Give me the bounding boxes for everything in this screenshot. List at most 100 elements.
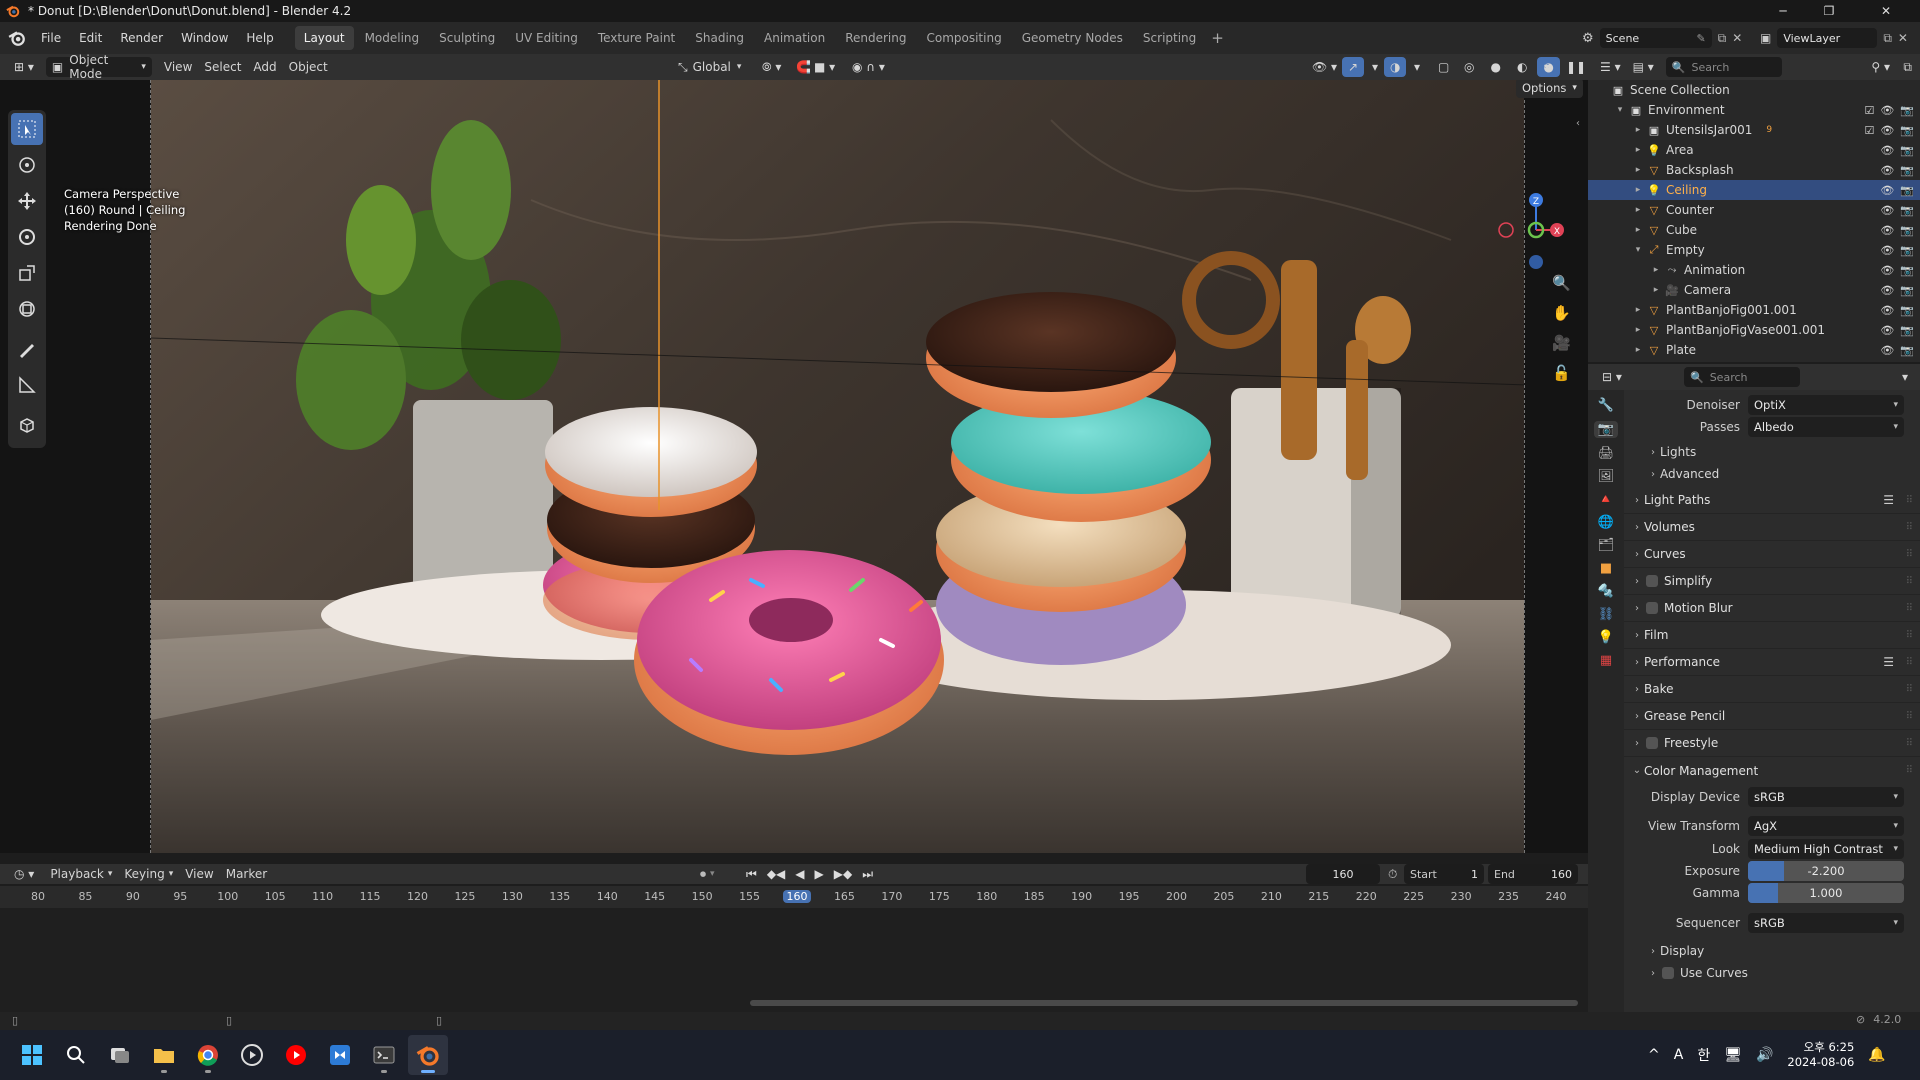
outliner-row-cube[interactable]: ▸ ▽ Cube 👁 📷 — [1588, 220, 1920, 240]
tab-modeling[interactable]: Modeling — [356, 26, 429, 50]
modifier-tab-icon[interactable]: 🔩 — [1598, 584, 1614, 599]
drag-handle-icon[interactable]: ⠿ — [1906, 495, 1914, 506]
expand-arrow-icon[interactable]: ▸ — [1632, 165, 1644, 175]
visibility-icon[interactable]: 👁 ▾ — [1306, 57, 1343, 77]
output-tab-icon[interactable]: 🖨 — [1598, 446, 1615, 461]
render-camera-icon[interactable]: 📷 — [1900, 184, 1914, 197]
use-curves-checkbox[interactable] — [1662, 967, 1674, 979]
start-frame-field[interactable]: Start 1 — [1404, 864, 1484, 884]
measure-tool-icon[interactable] — [11, 369, 43, 401]
jump-end-icon[interactable]: ⏭ — [862, 867, 873, 882]
outliner-row-animation[interactable]: ▸ ⤳ Animation 👁 📷 — [1588, 260, 1920, 280]
panel-volumes[interactable]: › Volumes ⠿ — [1624, 514, 1920, 541]
outliner-row-counter[interactable]: ▸ ▽ Counter 👁 📷 — [1588, 200, 1920, 220]
expand-arrow-icon[interactable]: ▸ — [1632, 185, 1644, 195]
exclude-checkbox-icon[interactable]: ☑ — [1864, 124, 1874, 137]
menu-file[interactable]: File — [32, 22, 70, 54]
zoom-icon[interactable]: 🔍 — [1552, 274, 1571, 292]
auto-keying-dropdown-icon[interactable]: ▾ — [710, 869, 715, 879]
annotate-tool-icon[interactable] — [11, 333, 43, 365]
eye-icon[interactable]: 👁 — [1880, 344, 1894, 357]
properties-search[interactable]: 🔍 Search — [1684, 367, 1800, 387]
outliner-row-scene-collection[interactable]: ▣ Scene Collection — [1588, 80, 1920, 100]
gamma-slider[interactable]: 1.000 — [1748, 883, 1904, 903]
viewport-menu-add[interactable]: Add — [247, 57, 282, 77]
solid-shading-icon[interactable]: ● — [1484, 57, 1506, 77]
drag-handle-icon[interactable]: ⠿ — [1906, 576, 1914, 587]
scene-tab-icon[interactable]: 🔺 — [1598, 492, 1614, 507]
current-frame-field[interactable]: 160 — [1306, 864, 1380, 884]
render-camera-icon[interactable]: 📷 — [1900, 204, 1914, 217]
simplify-checkbox[interactable] — [1646, 575, 1658, 587]
tab-geometry-nodes[interactable]: Geometry Nodes — [1013, 26, 1132, 50]
freestyle-checkbox[interactable] — [1646, 737, 1658, 749]
exclude-checkbox-icon[interactable]: ☑ — [1864, 104, 1874, 117]
outliner-row-ceiling[interactable]: ▸ 💡 Ceiling 👁 📷 — [1588, 180, 1920, 200]
timeline-menu-keying[interactable]: Keying ▾ — [118, 864, 179, 884]
expand-arrow-icon[interactable]: ▸ — [1632, 325, 1644, 335]
render-camera-icon[interactable]: 📷 — [1900, 224, 1914, 237]
expand-arrow-icon[interactable]: ▸ — [1632, 125, 1644, 135]
minimize-button[interactable]: ─ — [1760, 0, 1806, 22]
color-management-panel[interactable]: ⌄ Color Management ⠿ — [1624, 757, 1920, 784]
timeline-ruler[interactable]: 80 85 90 95 100 105 110 115 120 125 130 135 140 145 15… — [0, 886, 1588, 998]
transform-tool-icon[interactable] — [11, 293, 43, 325]
outliner-row-plantbanjofig001-001[interactable]: ▸ ▽ PlantBanjoFig001.001 👁 📷 — [1588, 300, 1920, 320]
close-button[interactable]: ✕ — [1852, 0, 1920, 22]
select-box-tool-icon[interactable] — [11, 113, 43, 145]
panel-freestyle[interactable]: › Freestyle ⠿ — [1624, 730, 1920, 757]
view-layer-tab-icon[interactable]: 🖼 — [1598, 469, 1615, 484]
exposure-slider[interactable]: -2.200 — [1748, 861, 1904, 881]
panel-grease-pencil[interactable]: › Grease Pencil ⠿ — [1624, 703, 1920, 730]
menu-edit[interactable]: Edit — [70, 22, 111, 54]
play-reverse-icon[interactable]: ◀ — [795, 867, 804, 882]
render-camera-icon[interactable]: 📷 — [1900, 344, 1914, 357]
timeline-scrollbar[interactable] — [750, 1000, 1578, 1006]
tray-overflow-icon[interactable]: ^ — [1648, 1047, 1660, 1063]
outliner-row-empty[interactable]: ▾ ⤢ Empty 👁 📷 — [1588, 240, 1920, 260]
panel-light-paths[interactable]: › Light Paths ☰ ⠿ — [1624, 487, 1920, 514]
outliner-row-camera[interactable]: ▸ 🎥 Camera 👁 📷 — [1588, 280, 1920, 300]
outliner-row-plate[interactable]: ▸ ▽ Plate 👁 📷 — [1588, 340, 1920, 360]
outliner-row-utensilsjar001[interactable]: ▸ ▣ UtensilsJar001 9 ☑ 👁 📷 — [1588, 120, 1920, 140]
eye-icon[interactable]: 👁 — [1880, 184, 1894, 197]
navigation-gizmo[interactable]: Z X — [1488, 190, 1564, 270]
render-camera-icon[interactable]: 📷 — [1900, 324, 1914, 337]
rotate-tool-icon[interactable] — [11, 221, 43, 253]
panel-bake[interactable]: › Bake ⠿ — [1624, 676, 1920, 703]
restore-button[interactable]: ❐ — [1806, 0, 1852, 22]
tool-tab-icon[interactable]: 🔧 — [1598, 398, 1614, 413]
next-keyframe-icon[interactable]: ▶◆ — [834, 867, 852, 882]
advanced-subpanel[interactable]: › Advanced — [1624, 463, 1920, 485]
orientation-dropdown[interactable]: ⤡ Global ▾ — [672, 57, 747, 77]
tab-uv-editing[interactable]: UV Editing — [506, 26, 587, 50]
outliner-row-plantbanjofigvase001-001[interactable]: ▸ ▽ PlantBanjoFigVase001.001 👁 📷 — [1588, 320, 1920, 340]
pivot-icon[interactable]: ⦾ ▾ — [756, 57, 787, 77]
drag-handle-icon[interactable]: ⠿ — [1906, 684, 1914, 695]
panel-film[interactable]: › Film ⠿ — [1624, 622, 1920, 649]
eye-icon[interactable]: 👁 — [1880, 224, 1894, 237]
denoiser-dropdown[interactable]: OptiX ▾ — [1748, 395, 1904, 415]
menu-help[interactable]: Help — [237, 22, 282, 54]
drag-handle-icon[interactable]: ⠿ — [1906, 738, 1914, 749]
tab-sculpting[interactable]: Sculpting — [430, 26, 504, 50]
search-icon[interactable] — [56, 1035, 96, 1075]
auto-keying-icon[interactable]: ⏺ — [700, 867, 706, 882]
object-tab-icon[interactable]: ■ — [1600, 561, 1612, 576]
network-icon[interactable]: 🖥 — [1724, 1047, 1742, 1063]
tab-texture-paint[interactable]: Texture Paint — [589, 26, 684, 50]
expand-arrow-icon[interactable]: ▸ — [1632, 305, 1644, 315]
ime-mode-indicator[interactable]: 한 — [1697, 1045, 1710, 1065]
add-cube-tool-icon[interactable] — [11, 409, 43, 441]
outliner-search[interactable]: 🔍 Search — [1665, 57, 1782, 77]
volume-icon[interactable]: 🔊 — [1756, 1047, 1773, 1063]
passes-dropdown[interactable]: Albedo ▾ — [1748, 417, 1904, 437]
expand-arrow-icon[interactable]: ▸ — [1650, 265, 1662, 275]
move-tool-icon[interactable] — [11, 185, 43, 217]
panel-simplify[interactable]: › Simplify ⠿ — [1624, 568, 1920, 595]
view-layer-icon[interactable]: ▣ — [1760, 31, 1771, 45]
viewport-menu-select[interactable]: Select — [198, 57, 247, 77]
timeline-menu-playback[interactable]: Playback ▾ — [44, 864, 118, 884]
scene-field[interactable]: Scene ✎ — [1599, 28, 1712, 48]
object-mode-dropdown[interactable]: ▣ Object Mode ▾ — [45, 53, 152, 81]
